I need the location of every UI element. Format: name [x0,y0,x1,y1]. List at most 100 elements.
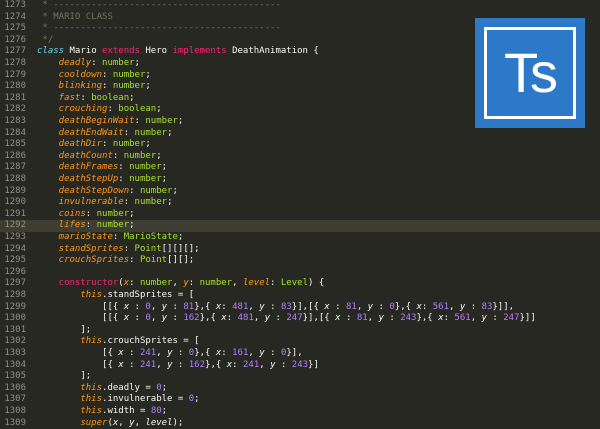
code-token: : [85,220,97,231]
code-line[interactable]: 1290 invulnerable: number; [0,197,600,209]
code-line[interactable]: 1289 deathStepDown: number; [0,186,600,198]
code-line[interactable]: 1306 this.deadly = 0; [0,383,600,395]
code-token: x [123,301,135,312]
code-token: number [129,174,162,184]
code-token: }],[{ [291,301,325,312]
code-token: deathBeginWait [37,116,135,126]
code-token: ; [156,150,162,161]
code-token: Mario [69,46,103,57]
code-line[interactable]: 1285 deathDir: number; [0,139,600,151]
code-line[interactable]: 1300 [[{ x : 0, y : 162},{ x: 481, y : 2… [0,313,600,325]
line-number: 1278 [4,58,26,68]
line-number: 1286 [4,150,26,161]
code-line[interactable]: 1273 * ---------------------------------… [0,0,600,12]
code-token: : [275,313,287,324]
line-number: 1292 [4,220,26,231]
code-token: : [226,313,238,324]
line-number: 1288 [4,174,26,184]
code-text: constructor(x: number, y: number, level:… [37,278,325,290]
code-token: ]; [37,371,92,382]
code-line[interactable]: 1295 crouchSprites: Point[][]; [0,255,600,267]
code-line[interactable]: 1288 deathStepUp: number; [0,174,600,186]
code-line[interactable]: 1294 standSprites: Point[][][]; [0,244,600,256]
code-line[interactable]: 1286 deathCount: number; [0,151,600,163]
code-token: ; [177,116,184,126]
code-token: : [112,150,124,161]
code-line[interactable]: 1292 lifes: number; [0,220,600,232]
code-token: ; [134,58,140,68]
code-token: number [139,185,173,196]
code-text: [[{ x : 0, y : 81},{ x: 481, y : 83}],[{… [37,302,514,314]
code-token: [[{ [37,313,124,324]
code-token: 247 [286,313,303,324]
code-token: : [134,301,146,312]
code-token: : [85,208,97,219]
code-line[interactable]: 1287 deathFrames: number; [0,162,600,174]
code-token: ; [172,185,178,196]
code-line[interactable]: 1296 [0,267,600,279]
code-token: number [134,197,168,208]
code-line[interactable]: 1305 ]; [0,371,600,383]
code-token: , [356,301,368,312]
code-line[interactable]: 1304 [{ x : 241, y : 162},{ x: 241, y : … [0,360,600,372]
code-line[interactable]: 1299 [[{ x : 0, y : 81},{ x: 481, y : 83… [0,302,600,314]
code-token: number [112,139,146,150]
line-number: 1285 [4,139,26,150]
code-token: number [112,81,146,92]
code-text: [{ x : 241, y : 162},{ x: 241, y : 243}] [37,360,319,372]
code-line[interactable]: 1291 coins: number; [0,209,600,221]
code-text: crouching: boolean; [37,104,162,116]
code-line[interactable]: 1297 constructor(x: number, y: number, l… [0,278,600,290]
code-line[interactable]: 1308 this.width = 80; [0,406,600,418]
code-text: deathStepDown: number; [37,186,178,198]
code-token: y [378,313,390,324]
line-number: 1289 [4,185,26,196]
code-token: 83 [280,301,292,312]
code-token: ; [161,382,168,393]
line-number: 1307 [4,394,26,405]
code-text: this.width = 80; [37,406,167,418]
code-text: fast: boolean; [37,93,135,105]
code-token: [][]; [167,255,195,266]
code-line[interactable]: 1303 [{ x : 241, y : 0},{ x: 161, y : 0}… [0,348,600,360]
code-token: },{ [194,301,216,312]
code-token: : [129,185,140,196]
code-line[interactable]: 1309 super(x, y, level); [0,418,600,429]
line-number: 1273 [4,0,26,10]
code-token: : [280,359,292,370]
code-line[interactable]: 1302 this.crouchSprites = [ [0,336,600,348]
code-token: : [134,116,146,126]
code-text: ]; [37,371,91,383]
code-token: this [37,406,103,416]
code-token: : [129,255,140,266]
code-line[interactable]: 1284 deathEndWait: number; [0,128,600,140]
line-number: 1303 [4,348,26,358]
code-token: 241 [139,359,157,370]
code-token: 243 [291,359,309,370]
code-token: Point [134,243,162,254]
code-token: 81 [345,301,357,312]
code-token: : [107,104,119,115]
code-token: , [156,359,168,370]
code-token: : [129,348,140,358]
code-token: [{ [37,348,119,358]
line-number: 1293 [4,232,26,242]
code-line[interactable]: 1301 ]; [0,325,600,337]
line-number: 1299 [4,301,26,312]
code-token: extends [102,46,146,57]
code-token: : [221,301,233,312]
code-token: deathStepDown [37,185,130,196]
code-token: ; [161,174,168,184]
code-token: : [134,313,146,324]
code-line[interactable]: 1298 this.standSprites = [ [0,290,600,302]
code-line[interactable]: 1293 marioState: MarioState; [0,232,600,244]
code-line[interactable]: 1307 this.invulnerable = 0; [0,394,600,406]
code-text: deadly: number; [37,58,140,70]
code-token: class [37,46,70,57]
code-token: .invulnerable = [102,394,189,405]
code-token: : [123,197,135,208]
code-token: Point [139,255,168,266]
code-token: deadly [37,58,92,68]
code-token: number [112,69,146,80]
line-number: 1290 [4,197,26,208]
